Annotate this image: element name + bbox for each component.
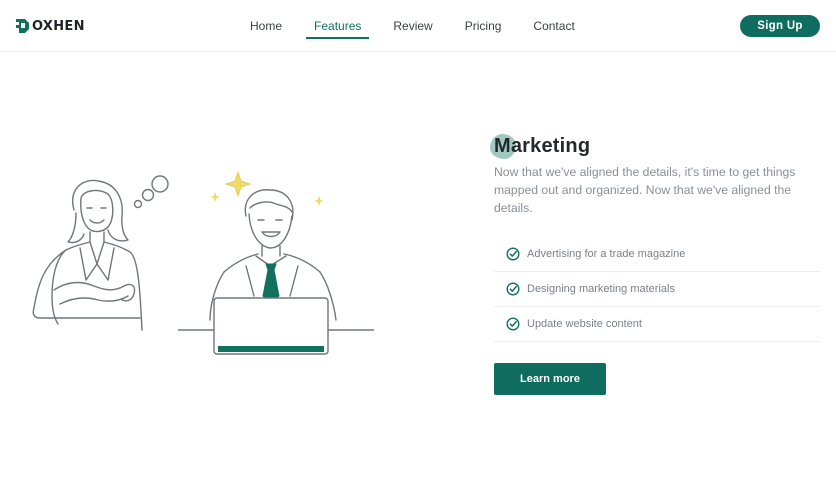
feature-list: Advertising for a trade magazine Designi…	[494, 237, 820, 342]
check-circle-icon	[506, 282, 520, 296]
nav-item-pricing[interactable]: Pricing	[449, 0, 518, 52]
check-circle-icon	[506, 247, 520, 261]
feature-text: Update website content	[527, 318, 642, 330]
nav-item-review[interactable]: Review	[377, 0, 448, 52]
section-title: Marketing	[494, 135, 591, 157]
list-item: Advertising for a trade magazine	[494, 237, 820, 272]
nav-item-features[interactable]: Features	[298, 0, 377, 52]
sign-up-button[interactable]: Sign Up	[740, 15, 820, 37]
brand-logo[interactable]: OXHEN	[14, 15, 85, 37]
learn-more-button[interactable]: Learn more	[494, 363, 606, 395]
list-item: Designing marketing materials	[494, 272, 820, 307]
check-circle-icon	[506, 317, 520, 331]
section-description: Now that we've aligned the details, it's…	[494, 165, 796, 215]
feature-section: Marketing Now that we've aligned the det…	[490, 130, 820, 395]
feature-text: Designing marketing materials	[527, 283, 675, 295]
site-header: OXHEN Home Features Review Pricing Conta…	[0, 0, 836, 52]
brand-name: OXHEN	[32, 18, 85, 34]
list-item: Update website content	[494, 307, 820, 342]
main-nav: Home Features Review Pricing Contact	[234, 0, 591, 52]
hexagon-logo-icon	[16, 19, 29, 33]
nav-item-home[interactable]: Home	[234, 0, 298, 52]
feature-text: Advertising for a trade magazine	[527, 248, 686, 260]
section-title-wrap: Marketing	[490, 130, 820, 162]
nav-item-contact[interactable]: Contact	[517, 0, 590, 52]
business-people-illustration	[32, 170, 374, 355]
